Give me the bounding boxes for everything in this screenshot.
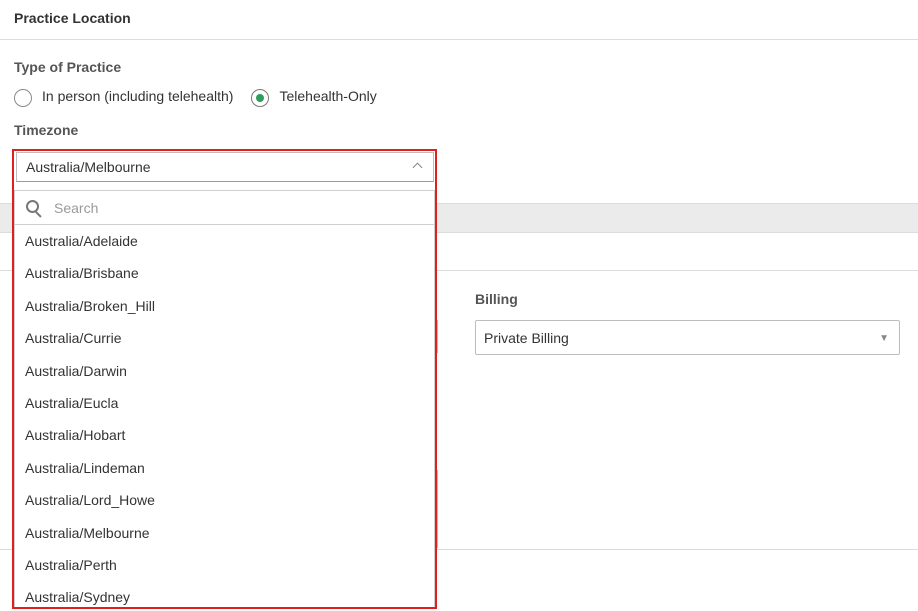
timezone-search-input[interactable]: [52, 198, 396, 217]
timezone-dropdown: Australia/Adelaide Australia/Brisbane Au…: [14, 190, 435, 608]
timezone-option[interactable]: Australia/Perth: [15, 549, 434, 581]
timezone-option[interactable]: Australia/Sydney: [15, 581, 434, 607]
timezone-option[interactable]: Australia/Broken_Hill: [15, 290, 434, 322]
timezone-option[interactable]: Australia/Brisbane: [15, 257, 434, 289]
hidden-field-edge: [437, 320, 438, 353]
timezone-option[interactable]: Australia/Eucla: [15, 387, 434, 419]
practice-location-form: Practice Location Type of Practice In pe…: [0, 0, 918, 611]
section-title: Practice Location: [14, 10, 131, 26]
practice-type-radio-group: In person (including telehealth) Telehea…: [14, 85, 395, 107]
timezone-select[interactable]: Australia/Melbourne: [16, 152, 434, 182]
billing-label: Billing: [475, 291, 518, 307]
billing-selected-value: Private Billing: [484, 329, 569, 346]
timezone-option[interactable]: Australia/Lindeman: [15, 452, 434, 484]
radio-in-person[interactable]: In person (including telehealth): [14, 85, 233, 107]
timezone-option[interactable]: Australia/Adelaide: [15, 225, 434, 257]
radio-circle-unchecked[interactable]: [14, 89, 32, 107]
timezone-option[interactable]: Australia/Lord_Howe: [15, 484, 434, 516]
hidden-field-edge: [437, 470, 438, 548]
timezone-selected-value: Australia/Melbourne: [26, 159, 151, 175]
radio-telehealth-only[interactable]: Telehealth-Only: [251, 85, 377, 107]
timezone-label: Timezone: [14, 122, 79, 138]
billing-select[interactable]: Private Billing ▼: [475, 320, 900, 355]
divider: [0, 39, 918, 40]
radio-label-in-person: In person (including telehealth): [42, 88, 234, 104]
timezone-option-list: Australia/Adelaide Australia/Brisbane Au…: [15, 225, 434, 607]
chevron-up-icon: [412, 162, 423, 173]
caret-down-icon: ▼: [879, 333, 889, 344]
search-icon: [25, 199, 43, 217]
practice-type-label: Type of Practice: [14, 59, 122, 75]
timezone-option[interactable]: Australia/Currie: [15, 322, 434, 354]
timezone-option[interactable]: Australia/Melbourne: [15, 517, 434, 549]
radio-circle-checked[interactable]: [251, 89, 270, 107]
timezone-option[interactable]: Australia/Darwin: [15, 355, 434, 387]
timezone-search-box: [15, 191, 434, 225]
timezone-option[interactable]: Australia/Hobart: [15, 419, 434, 451]
radio-label-telehealth-only: Telehealth-Only: [279, 88, 377, 104]
